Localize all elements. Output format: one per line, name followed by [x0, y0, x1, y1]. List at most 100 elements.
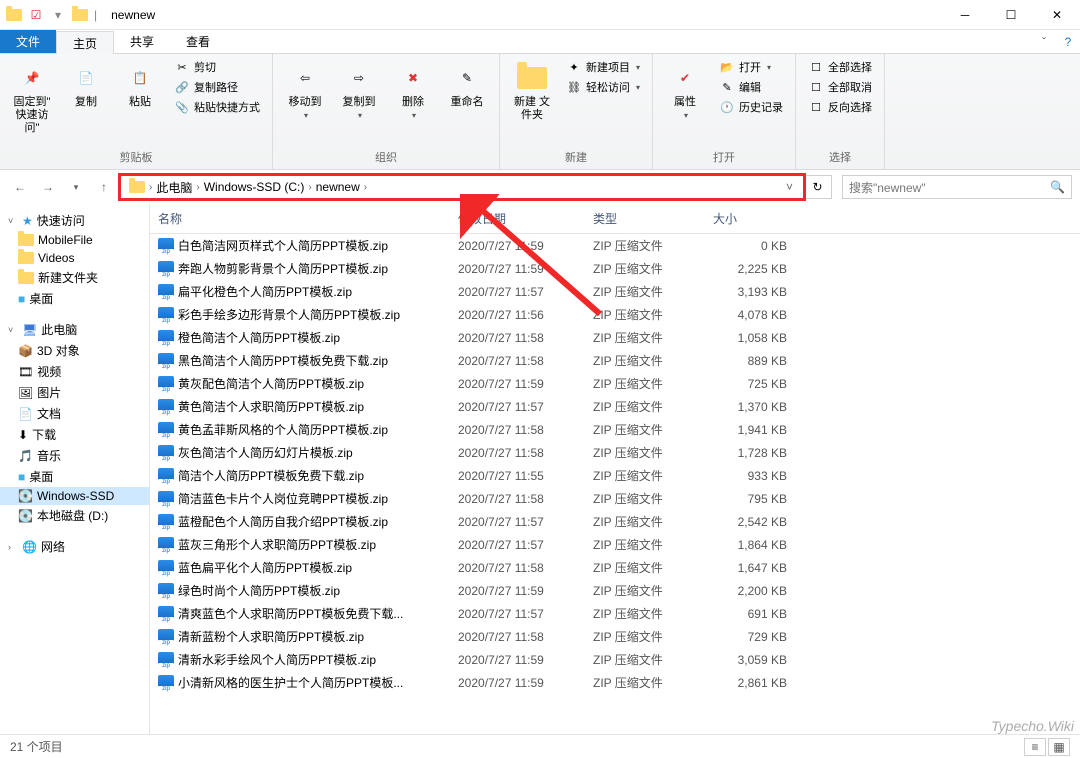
table-row[interactable]: 小清新风格的医生护士个人简历PPT模板...2020/7/27 11:59ZIP…	[150, 671, 1080, 694]
col-name[interactable]: 名称	[150, 204, 450, 233]
breadcrumb-item[interactable]: newnew	[312, 180, 364, 194]
sidebar-network[interactable]: ›🌐网络	[0, 536, 149, 557]
table-row[interactable]: 蓝灰三角形个人求职简历PPT模板.zip2020/7/27 11:57ZIP 压…	[150, 533, 1080, 556]
sidebar-item[interactable]: 🖼图片	[0, 382, 149, 403]
group-new: 新建 文件夹 ✦新建项目 ⛓轻松访问 新建	[500, 54, 653, 169]
qat-checkbox-icon[interactable]: ☑	[28, 7, 44, 23]
close-button[interactable]: ✕	[1034, 0, 1080, 30]
forward-button[interactable]: →	[36, 175, 60, 199]
details-view-button[interactable]: ≡	[1024, 738, 1046, 756]
select-none-button[interactable]: ☐全部取消	[804, 78, 876, 96]
table-row[interactable]: 绿色时尚个人简历PPT模板.zip2020/7/27 11:59ZIP 压缩文件…	[150, 579, 1080, 602]
zip-icon	[158, 353, 174, 369]
sidebar-item[interactable]: ■桌面	[0, 466, 149, 487]
zip-icon	[158, 652, 174, 668]
up-button[interactable]: ↑	[92, 175, 116, 199]
copy-button[interactable]: 📄复制	[62, 58, 110, 113]
table-row[interactable]: 黄色孟菲斯风格的个人简历PPT模板.zip2020/7/27 11:58ZIP …	[150, 418, 1080, 441]
copy-path-button[interactable]: 🔗复制路径	[170, 78, 264, 96]
status-bar: 21 个项目 ≡ ▦	[0, 734, 1080, 758]
group-organize: ⇦移动到 ⇨复制到 ✖删除 ✎重命名 组织	[273, 54, 500, 169]
delete-button[interactable]: ✖删除	[389, 58, 437, 124]
sidebar-item[interactable]: Videos	[0, 249, 149, 267]
table-row[interactable]: 白色简洁网页样式个人简历PPT模板.zip2020/7/27 11:59ZIP …	[150, 234, 1080, 257]
tab-share[interactable]: 共享	[114, 30, 170, 53]
group-open: ✔属性 📂打开 ✎编辑 🕐历史记录 打开	[653, 54, 796, 169]
table-row[interactable]: 清新蓝粉个人求职简历PPT模板.zip2020/7/27 11:58ZIP 压缩…	[150, 625, 1080, 648]
refresh-button[interactable]: ↻	[804, 175, 832, 199]
table-row[interactable]: 奔跑人物剪影背景个人简历PPT模板.zip2020/7/27 11:59ZIP …	[150, 257, 1080, 280]
tab-home[interactable]: 主页	[56, 31, 114, 54]
table-row[interactable]: 蓝色扁平化个人简历PPT模板.zip2020/7/27 11:58ZIP 压缩文…	[150, 556, 1080, 579]
new-item-button[interactable]: ✦新建项目	[562, 58, 644, 76]
column-headers[interactable]: 名称 修改日期 类型 大小	[150, 204, 1080, 234]
paste-shortcut-button[interactable]: 📎粘贴快捷方式	[170, 98, 264, 116]
icons-view-button[interactable]: ▦	[1048, 738, 1070, 756]
table-row[interactable]: 彩色手绘多边形背景个人简历PPT模板.zip2020/7/27 11:56ZIP…	[150, 303, 1080, 326]
paste-button[interactable]: 📋粘贴	[116, 58, 164, 113]
sidebar-item[interactable]: ■桌面	[0, 288, 149, 309]
move-to-button[interactable]: ⇦移动到	[281, 58, 329, 124]
cut-button[interactable]: ✂剪切	[170, 58, 264, 76]
zip-icon	[158, 307, 174, 323]
breadcrumb-item[interactable]: 此电脑	[152, 179, 196, 196]
table-row[interactable]: 简洁蓝色卡片个人岗位竞聘PPT模板.zip2020/7/27 11:58ZIP …	[150, 487, 1080, 510]
zip-icon	[158, 560, 174, 576]
edit-button[interactable]: ✎编辑	[715, 78, 787, 96]
zip-icon	[158, 422, 174, 438]
properties-button[interactable]: ✔属性	[661, 58, 709, 124]
recent-dropdown[interactable]: ▾	[64, 175, 88, 199]
ribbon-tabs: 文件 主页 共享 查看 ˇ ?	[0, 30, 1080, 54]
zip-icon	[158, 491, 174, 507]
maximize-button[interactable]: ☐	[988, 0, 1034, 30]
sidebar-item[interactable]: 新建文件夹	[0, 267, 149, 288]
table-row[interactable]: 蓝橙配色个人简历自我介绍PPT模板.zip2020/7/27 11:57ZIP …	[150, 510, 1080, 533]
sidebar-item[interactable]: 🎞视频	[0, 361, 149, 382]
watermark: Typecho.Wiki	[991, 718, 1074, 734]
sidebar-item[interactable]: 🎵音乐	[0, 445, 149, 466]
table-row[interactable]: 黑色简洁个人简历PPT模板免费下载.zip2020/7/27 11:58ZIP …	[150, 349, 1080, 372]
col-size[interactable]: 大小	[705, 204, 795, 233]
table-row[interactable]: 黄灰配色简洁个人简历PPT模板.zip2020/7/27 11:59ZIP 压缩…	[150, 372, 1080, 395]
sidebar-item[interactable]: ⬇下载	[0, 424, 149, 445]
sidebar-quick-access[interactable]: ˅★快速访问	[0, 210, 149, 231]
select-all-button[interactable]: ☐全部选择	[804, 58, 876, 76]
table-row[interactable]: 黄色简洁个人求职简历PPT模板.zip2020/7/27 11:57ZIP 压缩…	[150, 395, 1080, 418]
tab-view[interactable]: 查看	[170, 30, 226, 53]
sidebar-item-selected[interactable]: 💽Windows-SSD	[0, 487, 149, 505]
sidebar-item[interactable]: 📄文档	[0, 403, 149, 424]
table-row[interactable]: 橙色简洁个人简历PPT模板.zip2020/7/27 11:58ZIP 压缩文件…	[150, 326, 1080, 349]
pin-quick-access-button[interactable]: 📌固定到" 快速访问"	[8, 58, 56, 139]
sidebar-item[interactable]: 💽本地磁盘 (D:)	[0, 505, 149, 526]
tab-file[interactable]: 文件	[0, 30, 56, 53]
history-button[interactable]: 🕐历史记录	[715, 98, 787, 116]
invert-selection-button[interactable]: ☐反向选择	[804, 98, 876, 116]
col-type[interactable]: 类型	[585, 204, 705, 233]
sidebar-this-pc[interactable]: ˅🖥此电脑	[0, 319, 149, 340]
qat-divider-icon: ▾	[50, 7, 66, 23]
minimize-button[interactable]: ─	[942, 0, 988, 30]
ribbon-collapse-icon[interactable]: ˇ	[1032, 30, 1056, 53]
open-button[interactable]: 📂打开	[715, 58, 787, 76]
search-input[interactable]: 搜索"newnew" 🔍	[842, 175, 1072, 199]
table-row[interactable]: 清新水彩手绘风个人简历PPT模板.zip2020/7/27 11:59ZIP 压…	[150, 648, 1080, 671]
help-icon[interactable]: ?	[1056, 30, 1080, 53]
table-row[interactable]: 扁平化橙色个人简历PPT模板.zip2020/7/27 11:57ZIP 压缩文…	[150, 280, 1080, 303]
easy-access-button[interactable]: ⛓轻松访问	[562, 78, 644, 96]
back-button[interactable]: ←	[8, 175, 32, 199]
zip-icon	[158, 675, 174, 691]
address-bar[interactable]: › 此电脑 › Windows-SSD (C:) › newnew › ˅	[120, 175, 804, 199]
navbar: ← → ▾ ↑ › 此电脑 › Windows-SSD (C:) › newne…	[0, 170, 1080, 204]
breadcrumb-item[interactable]: Windows-SSD (C:)	[200, 180, 309, 194]
sidebar-item[interactable]: MobileFile	[0, 231, 149, 249]
item-count: 21 个项目	[10, 738, 63, 755]
table-row[interactable]: 清爽蓝色个人求职简历PPT模板免费下载...2020/7/27 11:57ZIP…	[150, 602, 1080, 625]
table-row[interactable]: 简洁个人简历PPT模板免费下载.zip2020/7/27 11:55ZIP 压缩…	[150, 464, 1080, 487]
sidebar-item[interactable]: 📦3D 对象	[0, 340, 149, 361]
new-folder-button[interactable]: 新建 文件夹	[508, 58, 556, 126]
rename-button[interactable]: ✎重命名	[443, 58, 491, 113]
table-row[interactable]: 灰色简洁个人简历幻灯片模板.zip2020/7/27 11:58ZIP 压缩文件…	[150, 441, 1080, 464]
copy-to-button[interactable]: ⇨复制到	[335, 58, 383, 124]
col-date[interactable]: 修改日期	[450, 204, 585, 233]
file-pane: 名称 修改日期 类型 大小 白色简洁网页样式个人简历PPT模板.zip2020/…	[150, 204, 1080, 734]
